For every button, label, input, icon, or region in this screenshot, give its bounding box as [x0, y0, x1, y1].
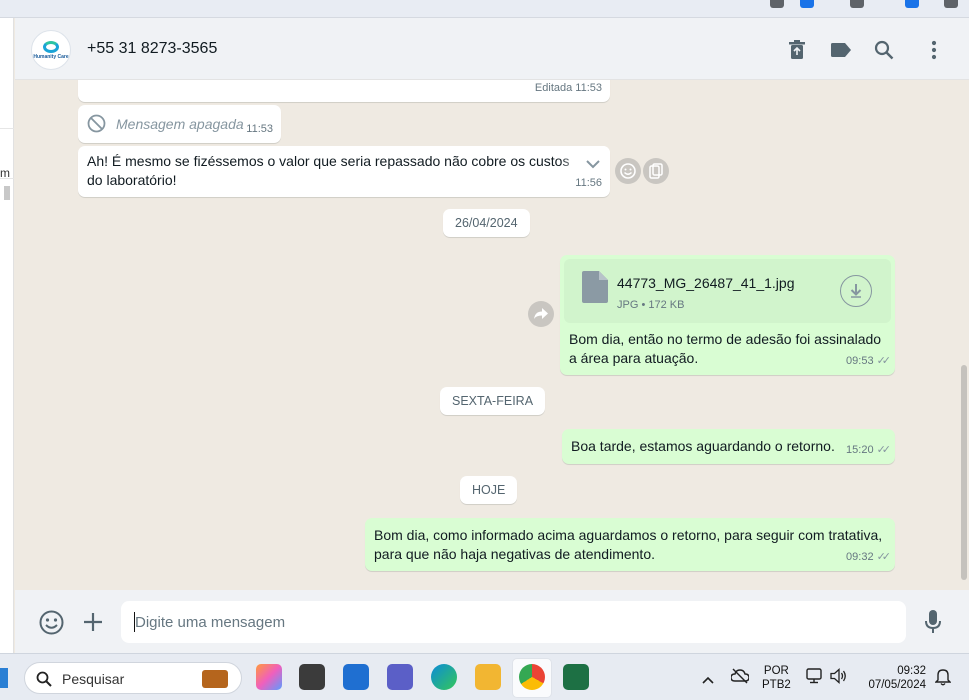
emoji-react-icon[interactable]	[615, 158, 641, 184]
message-deleted[interactable]: Mensagem apagada 11:53	[78, 105, 281, 143]
edge-icon[interactable]	[431, 664, 457, 690]
message-outgoing[interactable]: Boa tarde, estamos aguardando o retorno.…	[562, 429, 895, 464]
emoji-icon[interactable]	[39, 610, 64, 640]
message-outgoing[interactable]: Bom dia, como informado acima aguardamos…	[365, 518, 895, 571]
document-icon	[582, 271, 608, 308]
message-meta: 15:20 ✓✓	[846, 441, 892, 460]
file-explorer-icon[interactable]	[475, 664, 501, 690]
double-check-icon: ✓✓	[876, 355, 892, 367]
message-incoming[interactable]: Ah! É mesmo se fizéssemos o valor que se…	[78, 146, 610, 197]
forward-icon[interactable]	[528, 301, 554, 327]
message-outgoing-file[interactable]: 44773_MG_26487_41_1.jpg JPG • 172 KB Bom…	[560, 255, 895, 375]
double-check-icon: ✓✓	[876, 444, 892, 456]
message-fade	[560, 146, 610, 176]
teams-icon[interactable]	[387, 664, 413, 690]
chevron-down-icon[interactable]	[586, 155, 600, 174]
text-caret	[134, 612, 135, 632]
copy-icon[interactable]	[643, 158, 669, 184]
microsoft-store-icon[interactable]	[343, 664, 369, 690]
cloud-offline-icon[interactable]	[730, 668, 750, 689]
avatar-logo-icon	[43, 40, 59, 53]
input-language[interactable]: POR PTB2	[762, 664, 791, 692]
browser-tab-icon[interactable]	[850, 0, 864, 8]
download-icon[interactable]	[840, 275, 872, 307]
message-incoming[interactable]: Editada 11:53	[78, 80, 610, 102]
message-text: Ah! É mesmo se fizéssemos o valor que se…	[87, 153, 570, 188]
message-text: Bom dia, então no termo de adesão foi as…	[569, 331, 882, 366]
divider	[0, 178, 14, 179]
attach-plus-icon[interactable]	[83, 612, 103, 637]
chat-list-scrollbar[interactable]	[4, 186, 10, 200]
message-text: Boa tarde, estamos aguardando o retorno.	[571, 438, 835, 454]
message-text: Bom dia, como informado acima aguardamos…	[374, 527, 883, 562]
deleted-icon	[87, 114, 106, 138]
contact-name[interactable]: +55 31 8273-3565	[87, 40, 217, 58]
profile-icon[interactable]	[905, 0, 919, 8]
browser-extension-icon[interactable]	[770, 0, 784, 8]
file-name: 44773_MG_26487_41_1.jpg	[617, 275, 795, 291]
bookmark-star-icon[interactable]	[800, 0, 814, 8]
search-icon	[36, 671, 52, 692]
avatar-logo-text: Humanity Care	[33, 53, 69, 60]
message-composer	[15, 590, 969, 653]
briefcase-icon	[202, 670, 228, 688]
chevron-up-icon[interactable]	[702, 671, 714, 689]
label-icon[interactable]	[830, 39, 852, 61]
browser-toolbar-strip	[0, 0, 969, 18]
message-input[interactable]	[121, 601, 906, 643]
microphone-icon[interactable]	[925, 610, 941, 639]
taskbar-search-label: Pesquisar	[62, 671, 125, 687]
start-button-icon[interactable]	[0, 668, 8, 688]
chrome-icon[interactable]	[519, 664, 545, 690]
message-time: 11:53	[246, 123, 273, 135]
chat-header: Humanity Care +55 31 8273-3565	[15, 18, 969, 80]
file-attachment[interactable]: 44773_MG_26487_41_1.jpg JPG • 172 KB	[564, 259, 891, 323]
notification-bell-icon[interactable]	[934, 668, 952, 691]
copilot-app-icon[interactable]	[256, 664, 282, 690]
message-meta: 09:32 ✓✓	[846, 548, 892, 567]
date-divider: SEXTA-FEIRA	[440, 387, 546, 415]
double-check-icon: ✓✓	[876, 551, 892, 563]
date-divider: HOJE	[460, 476, 518, 504]
deleted-message-text: Mensagem apagada	[116, 116, 244, 132]
task-view-icon[interactable]	[299, 664, 325, 690]
avatar[interactable]: Humanity Care	[31, 30, 71, 70]
chat-scrollbar[interactable]	[961, 365, 967, 580]
volume-icon[interactable]	[830, 668, 848, 689]
excel-icon[interactable]	[563, 664, 589, 690]
taskbar-search[interactable]: Pesquisar	[24, 662, 242, 694]
chat-messages-area[interactable]: Editada 11:53 Mensagem apagada 11:53 Ah!…	[15, 80, 969, 590]
chat-list-panel-edge: m	[0, 18, 14, 653]
divider	[0, 128, 14, 129]
message-time: 11:56	[575, 177, 602, 189]
browser-menu-icon[interactable]	[944, 0, 958, 8]
message-meta: Editada 11:53	[534, 82, 602, 94]
date-divider: 26/04/2024	[443, 209, 530, 237]
search-icon[interactable]	[873, 39, 895, 61]
network-icon[interactable]	[806, 668, 824, 689]
menu-kebab-icon[interactable]	[923, 39, 945, 61]
file-meta: JPG • 172 KB	[617, 299, 685, 311]
trash-icon[interactable]	[786, 39, 808, 61]
windows-taskbar: Pesquisar POR PTB2 09:32 07/05/2024	[0, 653, 969, 700]
system-clock[interactable]: 09:32 07/05/2024	[862, 664, 926, 692]
message-meta: 09:53 ✓✓	[846, 352, 892, 371]
